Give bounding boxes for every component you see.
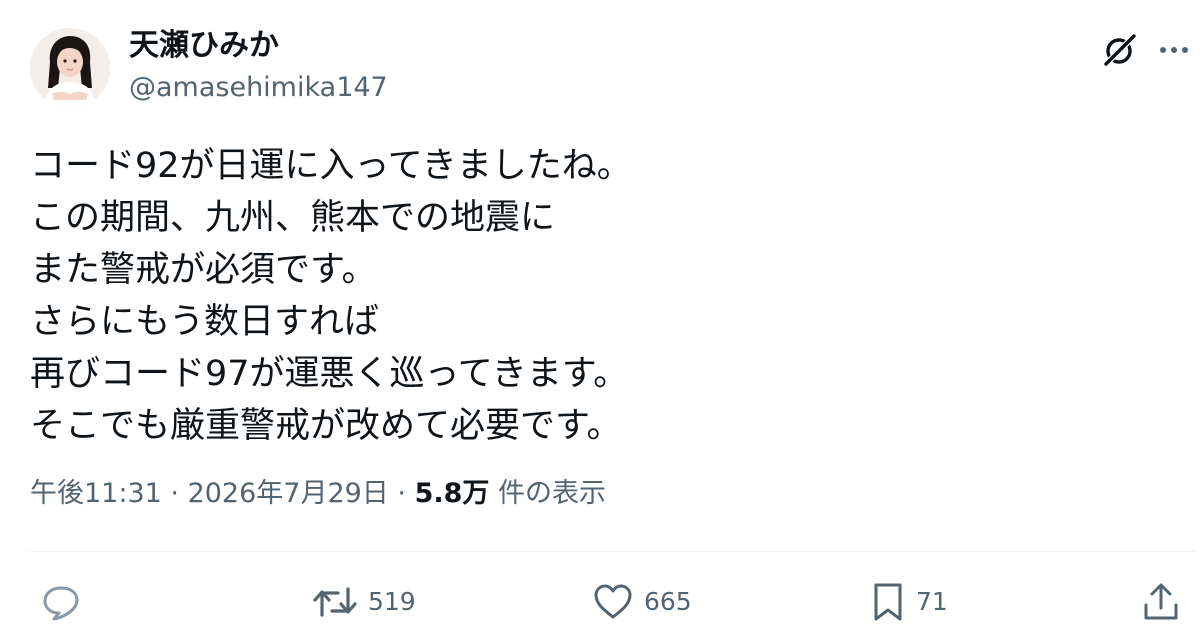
reply-bubble-icon <box>43 586 79 621</box>
views-count[interactable]: 5.8万 <box>415 478 490 509</box>
tweet-date[interactable]: 2026年7月29日 <box>188 478 389 509</box>
reply-button[interactable] <box>40 580 92 624</box>
meta-separator: · <box>161 478 188 509</box>
divider <box>30 551 1195 552</box>
like-button[interactable]: 665 <box>592 580 692 624</box>
tweet-text-line: 再びコード97が運悪く巡ってきます。 <box>30 354 629 394</box>
author-handle[interactable]: @amasehimika147 <box>129 70 388 106</box>
heart-icon <box>594 584 632 619</box>
tweet-card: 天瀬ひみか @amasehimika147 コード92が日運に入ってきましたね。… <box>0 0 1200 644</box>
tweet-time[interactable]: 午後11:31 <box>30 478 162 509</box>
bookmark-icon <box>874 583 902 621</box>
bookmark-count: 71 <box>916 587 948 616</box>
tweet-text-line: そこでも厳重警戒が改めて必要です。 <box>30 406 622 446</box>
author-display-name[interactable]: 天瀬ひみか <box>129 26 279 66</box>
tweet-text-line: また警戒が必須です。 <box>30 250 377 290</box>
tweet-text: コード92が日運に入ってきましたね。 この期間、九州、熊本での地震に また警戒が… <box>30 140 1170 452</box>
tweet-text-line: さらにもう数日すれば <box>30 302 379 342</box>
avatar-image <box>30 28 110 108</box>
retweet-arrows-icon <box>313 587 357 617</box>
more-dots-icon[interactable] <box>1156 32 1192 68</box>
meta-separator: · <box>388 478 415 509</box>
retweet-count: 519 <box>368 587 416 616</box>
avatar[interactable] <box>30 28 110 108</box>
retweet-button[interactable]: 519 <box>312 580 416 624</box>
tweet-text-line: コード92が日運に入ってきましたね。 <box>30 146 632 186</box>
tweet-meta: 午後11:31 · 2026年7月29日 · 5.8万 件の表示 <box>30 474 606 514</box>
like-count: 665 <box>644 587 692 616</box>
share-upload-icon <box>1144 583 1178 620</box>
views-label: 件の表示 <box>489 478 606 509</box>
grok-icon[interactable] <box>1100 30 1140 70</box>
tweet-text-line: この期間、九州、熊本での地震に <box>30 198 556 238</box>
share-button[interactable] <box>1140 580 1182 624</box>
bookmark-button[interactable]: 71 <box>870 580 948 624</box>
